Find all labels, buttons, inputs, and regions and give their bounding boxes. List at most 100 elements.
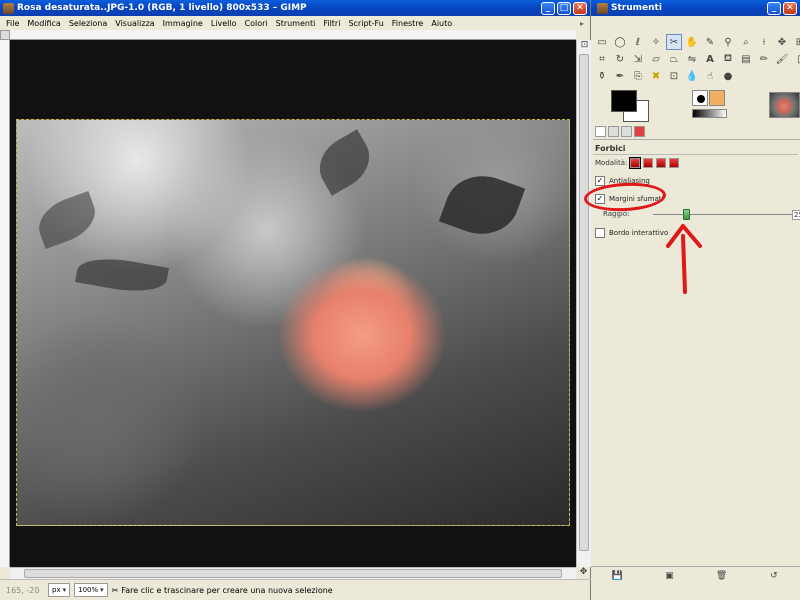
perspective-icon[interactable]: ⏢ (666, 51, 682, 67)
radius-slider-track[interactable] (653, 214, 793, 215)
tool-options-title: Forbici (595, 144, 626, 153)
restore-options-icon[interactable]: ▣ (663, 571, 675, 581)
eraser-icon[interactable]: ▯ (792, 51, 800, 67)
zoom-fit-icon[interactable]: ⊡ (577, 40, 592, 52)
blur-icon[interactable]: 💧 (684, 68, 700, 84)
fuzzy-select-icon[interactable]: ✧ (648, 34, 664, 50)
paths-icon[interactable]: ✎ (702, 34, 718, 50)
menubar: File Modifica Seleziona Visualizza Immag… (0, 16, 590, 30)
horizontal-scroll-thumb[interactable] (24, 569, 562, 578)
tab-images[interactable] (634, 126, 645, 137)
image-window-titlebar[interactable]: Rosa desaturata..JPG-1.0 (RGB, 1 livello… (0, 0, 590, 16)
mode-row: Modalità: (595, 157, 680, 169)
menu-visualizza[interactable]: Visualizza (111, 19, 158, 28)
scale-icon[interactable]: ⇲ (630, 51, 646, 67)
crop-icon[interactable]: ⌗ (594, 51, 610, 67)
radius-row: Raggio: 25 (603, 209, 800, 220)
rotate-icon[interactable]: ↻ (612, 51, 628, 67)
move-icon[interactable]: ✥ (774, 34, 790, 50)
menu-file[interactable]: File (2, 19, 23, 28)
rose-photo[interactable] (16, 119, 570, 526)
menu-finestre[interactable]: Finestre (388, 19, 428, 28)
close-button[interactable]: ✕ (573, 1, 587, 15)
smudge-icon[interactable]: ☝ (702, 68, 718, 84)
tab-undo-history[interactable] (621, 126, 632, 137)
navigate-icon[interactable]: ✥ (576, 567, 591, 579)
status-text: Fare clic e trascinare per creare una nu… (121, 585, 333, 595)
vertical-scroll-thumb[interactable] (579, 54, 589, 551)
radius-slider-handle[interactable] (683, 209, 690, 220)
measure-icon[interactable]: ⟊ (756, 34, 772, 50)
menu-arrow-icon[interactable]: ▸ (576, 19, 590, 28)
zoom-value: 100% (78, 586, 99, 594)
pencil-icon[interactable]: ✏ (756, 51, 772, 67)
vertical-scrollbar[interactable]: ⊡ (576, 40, 591, 567)
unit-select[interactable]: px ▾ (48, 583, 71, 597)
dodge-burn-icon[interactable]: ● (720, 68, 736, 84)
tab-tool-options[interactable] (595, 126, 606, 137)
text-icon[interactable]: A (702, 51, 718, 67)
image-window-title: Rosa desaturata..JPG-1.0 (RGB, 1 livello… (17, 3, 307, 13)
airbrush-icon[interactable]: ⚱ (594, 68, 610, 84)
interactive-checkbox[interactable] (595, 228, 605, 238)
gradient-preview[interactable] (692, 109, 727, 118)
minimize-button[interactable]: _ (541, 1, 555, 15)
reset-options-icon[interactable]: ↺ (768, 571, 780, 581)
pattern-preview[interactable] (709, 90, 725, 106)
mode-subtract-icon[interactable] (656, 158, 667, 168)
menu-strumenti[interactable]: Strumenti (272, 19, 320, 28)
ruler-corner[interactable] (0, 30, 10, 40)
zoom-icon[interactable]: ⌕ (738, 34, 754, 50)
zoom-select[interactable]: 100% ▾ (74, 583, 108, 597)
menu-immagine[interactable]: Immagine (159, 19, 207, 28)
image-canvas[interactable] (10, 40, 576, 567)
flip-icon[interactable]: ⇋ (684, 51, 700, 67)
interactive-row[interactable]: Bordo interattivo (595, 228, 668, 238)
brush-preview[interactable] (692, 90, 708, 106)
perspective-clone-icon[interactable]: ⊡ (666, 68, 682, 84)
menu-livello[interactable]: Livello (207, 19, 241, 28)
horizontal-scrollbar[interactable] (10, 567, 576, 579)
foreground-select-icon[interactable]: ✋ (684, 34, 700, 50)
active-image-thumbnail[interactable] (769, 92, 800, 118)
color-picker-icon[interactable]: ⚲ (720, 34, 736, 50)
divider (593, 154, 798, 155)
foreground-color[interactable] (611, 90, 637, 112)
paintbrush-icon[interactable]: 🖌 (774, 51, 790, 67)
color-swatches[interactable] (611, 90, 651, 122)
menu-modifica[interactable]: Modifica (23, 19, 64, 28)
rect-select-icon[interactable]: ▭ (594, 34, 610, 50)
mode-add-icon[interactable] (643, 158, 654, 168)
ruler-vertical[interactable] (0, 40, 10, 567)
menu-colori[interactable]: Colori (241, 19, 272, 28)
bucket-fill-icon[interactable]: ⛾ (720, 51, 736, 67)
tab-device-status[interactable] (608, 126, 619, 137)
menu-filtri[interactable]: Filtri (319, 19, 344, 28)
heal-icon[interactable]: ✖ (648, 68, 664, 84)
mode-intersect-icon[interactable] (669, 158, 680, 168)
mode-replace-icon[interactable] (629, 157, 642, 169)
menu-seleziona[interactable]: Seleziona (65, 19, 111, 28)
toolbox-close-button[interactable]: ✕ (783, 1, 797, 15)
shear-icon[interactable]: ▱ (648, 51, 664, 67)
ellipse-select-icon[interactable]: ◯ (612, 34, 628, 50)
save-options-icon[interactable]: 💾 (611, 571, 623, 581)
align-icon[interactable]: ⊞ (792, 34, 800, 50)
toolbox-window: Strumenti _ ✕ ▭ ◯ ℓ ✧ ✂ ✋ ✎ ⚲ ⌕ ⟊ ✥ ⊞ ⌗ … (591, 0, 800, 600)
ink-icon[interactable]: ✒ (612, 68, 628, 84)
lasso-icon[interactable]: ℓ (630, 34, 646, 50)
scissors-icon[interactable]: ✂ (666, 34, 682, 50)
scissors-icon: ✂ (111, 585, 119, 595)
toolbox-minimize-button[interactable]: _ (767, 1, 781, 15)
radius-value-field[interactable]: 25 (792, 210, 800, 220)
antialias-checkbox[interactable]: ✓ (595, 176, 605, 186)
menu-script-fu[interactable]: Script-Fu (344, 19, 387, 28)
menu-aiuto[interactable]: Aiuto (427, 19, 456, 28)
ruler-horizontal[interactable] (10, 30, 576, 40)
maximize-button[interactable]: □ (557, 1, 571, 15)
toolbox-titlebar[interactable]: Strumenti _ ✕ (591, 0, 800, 16)
blend-icon[interactable]: ▤ (738, 51, 754, 67)
gimp-icon (3, 2, 14, 14)
delete-options-icon[interactable]: 🗑 (716, 571, 728, 581)
clone-icon[interactable]: ⎘ (630, 68, 646, 84)
